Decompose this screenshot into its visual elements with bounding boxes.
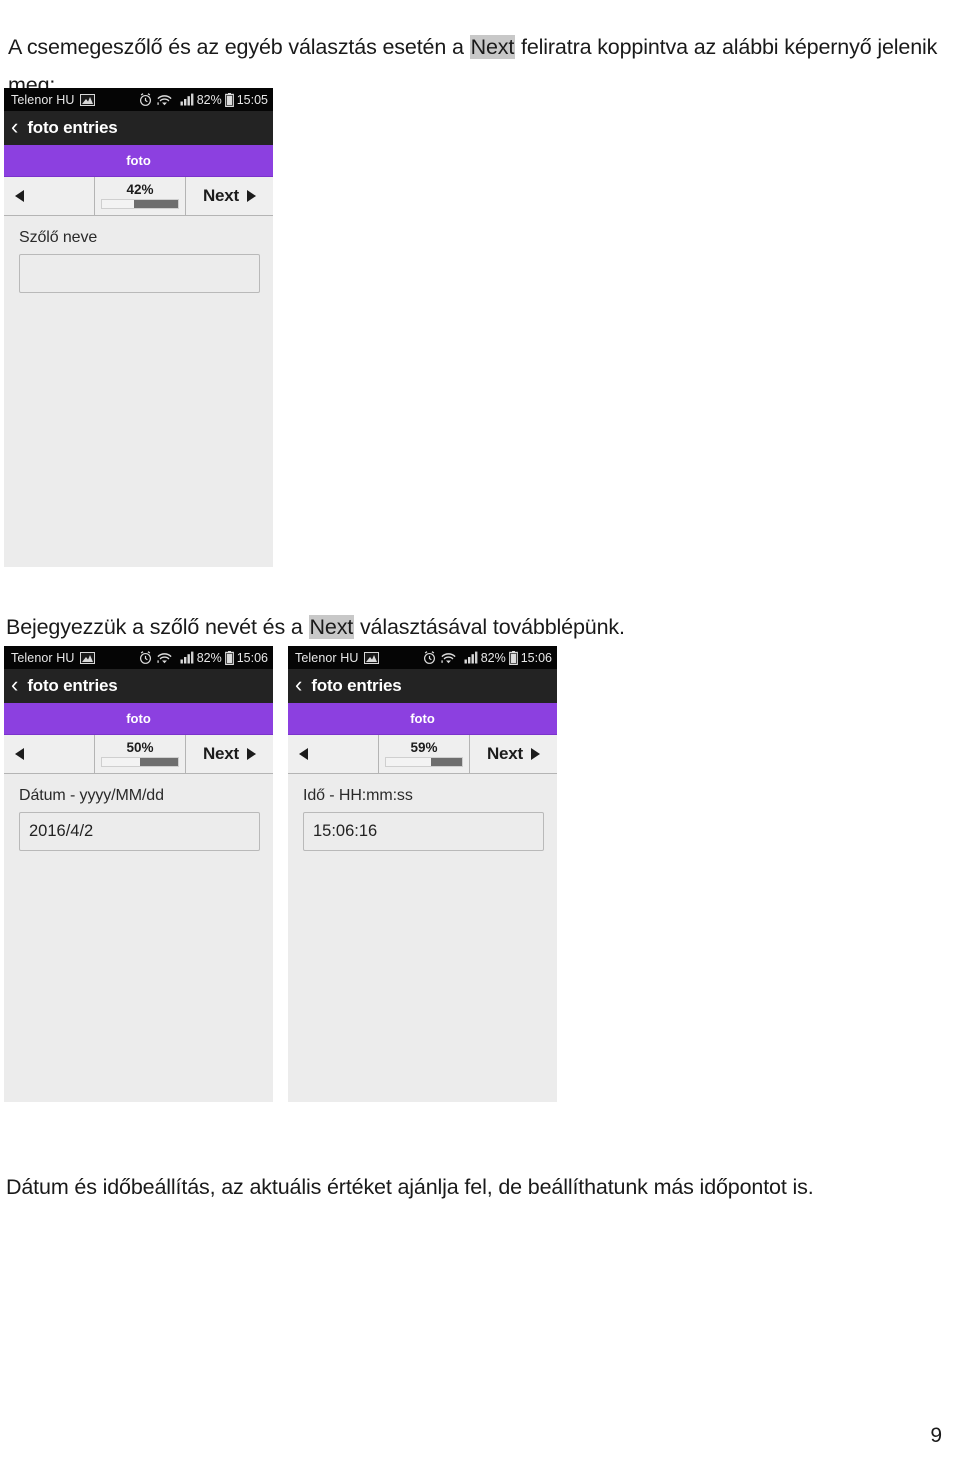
back-chevron-icon[interactable]: ‹ xyxy=(11,674,18,696)
triangle-right-icon xyxy=(531,748,541,760)
picture-icon xyxy=(79,651,95,664)
page-number: 9 xyxy=(930,1424,942,1447)
picture-icon xyxy=(363,651,379,664)
back-chevron-icon[interactable]: ‹ xyxy=(295,674,302,696)
progress-bar xyxy=(385,757,463,767)
middle-highlight-next: Next xyxy=(308,614,355,639)
status-clock: 15:06 xyxy=(236,650,268,665)
progress-bar xyxy=(101,757,179,767)
form-body: Idő - HH:mm:ss 15:06:16 xyxy=(288,774,557,1102)
progress-bar-fill xyxy=(102,758,140,766)
triangle-left-icon xyxy=(15,190,24,202)
form-title-label: foto xyxy=(410,711,435,726)
form-title-bar: foto xyxy=(288,703,557,735)
previous-button[interactable] xyxy=(4,735,95,773)
intro-text-before: A csemegeszőlő és az egyéb választás ese… xyxy=(8,34,470,59)
screenshot-time: Telenor HU 82% 15:06 ‹ foto entries foto… xyxy=(288,646,557,1102)
field-input-grape-name[interactable] xyxy=(19,254,260,293)
previous-button[interactable] xyxy=(288,735,379,773)
next-button-label: Next xyxy=(486,744,524,763)
status-icon-group: 82% 15:06 xyxy=(422,650,552,665)
next-button[interactable]: Next xyxy=(186,735,273,773)
battery-percent: 82% xyxy=(480,650,506,665)
status-clock: 15:06 xyxy=(520,650,552,665)
carrier-label: Telenor HU xyxy=(11,650,75,665)
form-title-label: foto xyxy=(126,153,151,168)
action-bar: ‹ foto entries xyxy=(288,669,557,703)
middle-text-after: választásával továbblépünk. xyxy=(354,614,625,639)
status-bar: Telenor HU xyxy=(4,646,273,669)
signal-icon xyxy=(464,651,478,664)
next-button[interactable]: Next xyxy=(470,735,557,773)
battery-icon xyxy=(508,650,518,665)
progress-bar-fill xyxy=(102,200,134,208)
bottom-paragraph: Dátum és időbeállítás, az aktuális érték… xyxy=(6,1174,814,1199)
document-page: A csemegeszőlő és az egyéb választás ese… xyxy=(0,0,960,1474)
progress-bar-fill xyxy=(386,758,431,766)
form-title-label: foto xyxy=(126,711,151,726)
action-bar: ‹ foto entries xyxy=(4,669,273,703)
action-bar: ‹ foto entries xyxy=(4,111,273,145)
wifi-icon xyxy=(157,652,172,663)
status-icon-group: 82% 15:06 xyxy=(138,650,268,665)
middle-paragraph: Bejegyezzük a szőlő nevét és a Next vála… xyxy=(6,608,936,646)
back-chevron-icon[interactable]: ‹ xyxy=(11,116,18,138)
wifi-icon xyxy=(441,652,456,663)
form-body: Szőlő neve xyxy=(4,216,273,567)
signal-icon xyxy=(180,93,194,106)
status-bar: Telenor HU xyxy=(288,646,557,669)
intro-highlight-next: Next xyxy=(469,34,516,59)
carrier-label: Telenor HU xyxy=(295,650,359,665)
next-button-label: Next xyxy=(202,186,240,205)
alarm-icon xyxy=(139,93,151,106)
middle-text-before: Bejegyezzük a szőlő nevét és a xyxy=(6,614,309,639)
status-icon-group: 82% 15:05 xyxy=(138,92,268,107)
wizard-nav-row: 59% Next xyxy=(288,735,557,774)
form-title-bar: foto xyxy=(4,145,273,177)
progress-cell: 42% xyxy=(95,177,186,215)
screenshot-grape-name: Telenor HU 82% 15:05 ‹ foto entries foto… xyxy=(4,88,273,567)
previous-button[interactable] xyxy=(4,177,95,215)
field-input-date[interactable]: 2016/4/2 xyxy=(19,812,260,851)
battery-icon xyxy=(224,92,234,107)
wizard-nav-row: 42% Next xyxy=(4,177,273,216)
field-label-time: Idő - HH:mm:ss xyxy=(303,787,413,804)
progress-percent-label: 42% xyxy=(126,182,154,197)
field-label-date: Dátum - yyyy/MM/dd xyxy=(19,787,164,804)
battery-percent: 82% xyxy=(196,650,222,665)
action-bar-title: foto entries xyxy=(27,676,118,695)
next-button[interactable]: Next xyxy=(186,177,273,215)
alarm-icon xyxy=(139,651,151,664)
picture-icon xyxy=(79,93,95,106)
field-input-time[interactable]: 15:06:16 xyxy=(303,812,544,851)
progress-bar xyxy=(101,199,179,209)
carrier-label: Telenor HU xyxy=(11,92,75,107)
status-bar: Telenor HU xyxy=(4,88,273,111)
form-title-bar: foto xyxy=(4,703,273,735)
progress-percent-label: 50% xyxy=(126,740,154,755)
wifi-icon xyxy=(157,94,172,105)
battery-percent: 82% xyxy=(196,92,222,107)
triangle-left-icon xyxy=(15,748,24,760)
screenshot-date: Telenor HU 82% 15:06 ‹ foto entries foto… xyxy=(4,646,273,1102)
triangle-right-icon xyxy=(247,190,257,202)
triangle-right-icon xyxy=(247,748,257,760)
next-button-label: Next xyxy=(202,744,240,763)
signal-icon xyxy=(180,651,194,664)
triangle-left-icon xyxy=(299,748,308,760)
status-clock: 15:05 xyxy=(236,92,268,107)
battery-icon xyxy=(224,650,234,665)
progress-cell: 59% xyxy=(379,735,470,773)
progress-percent-label: 59% xyxy=(410,740,438,755)
field-label-grape-name: Szőlő neve xyxy=(19,229,98,246)
action-bar-title: foto entries xyxy=(27,118,118,137)
form-body: Dátum - yyyy/MM/dd 2016/4/2 xyxy=(4,774,273,1102)
progress-cell: 50% xyxy=(95,735,186,773)
action-bar-title: foto entries xyxy=(311,676,402,695)
wizard-nav-row: 50% Next xyxy=(4,735,273,774)
alarm-icon xyxy=(423,651,435,664)
